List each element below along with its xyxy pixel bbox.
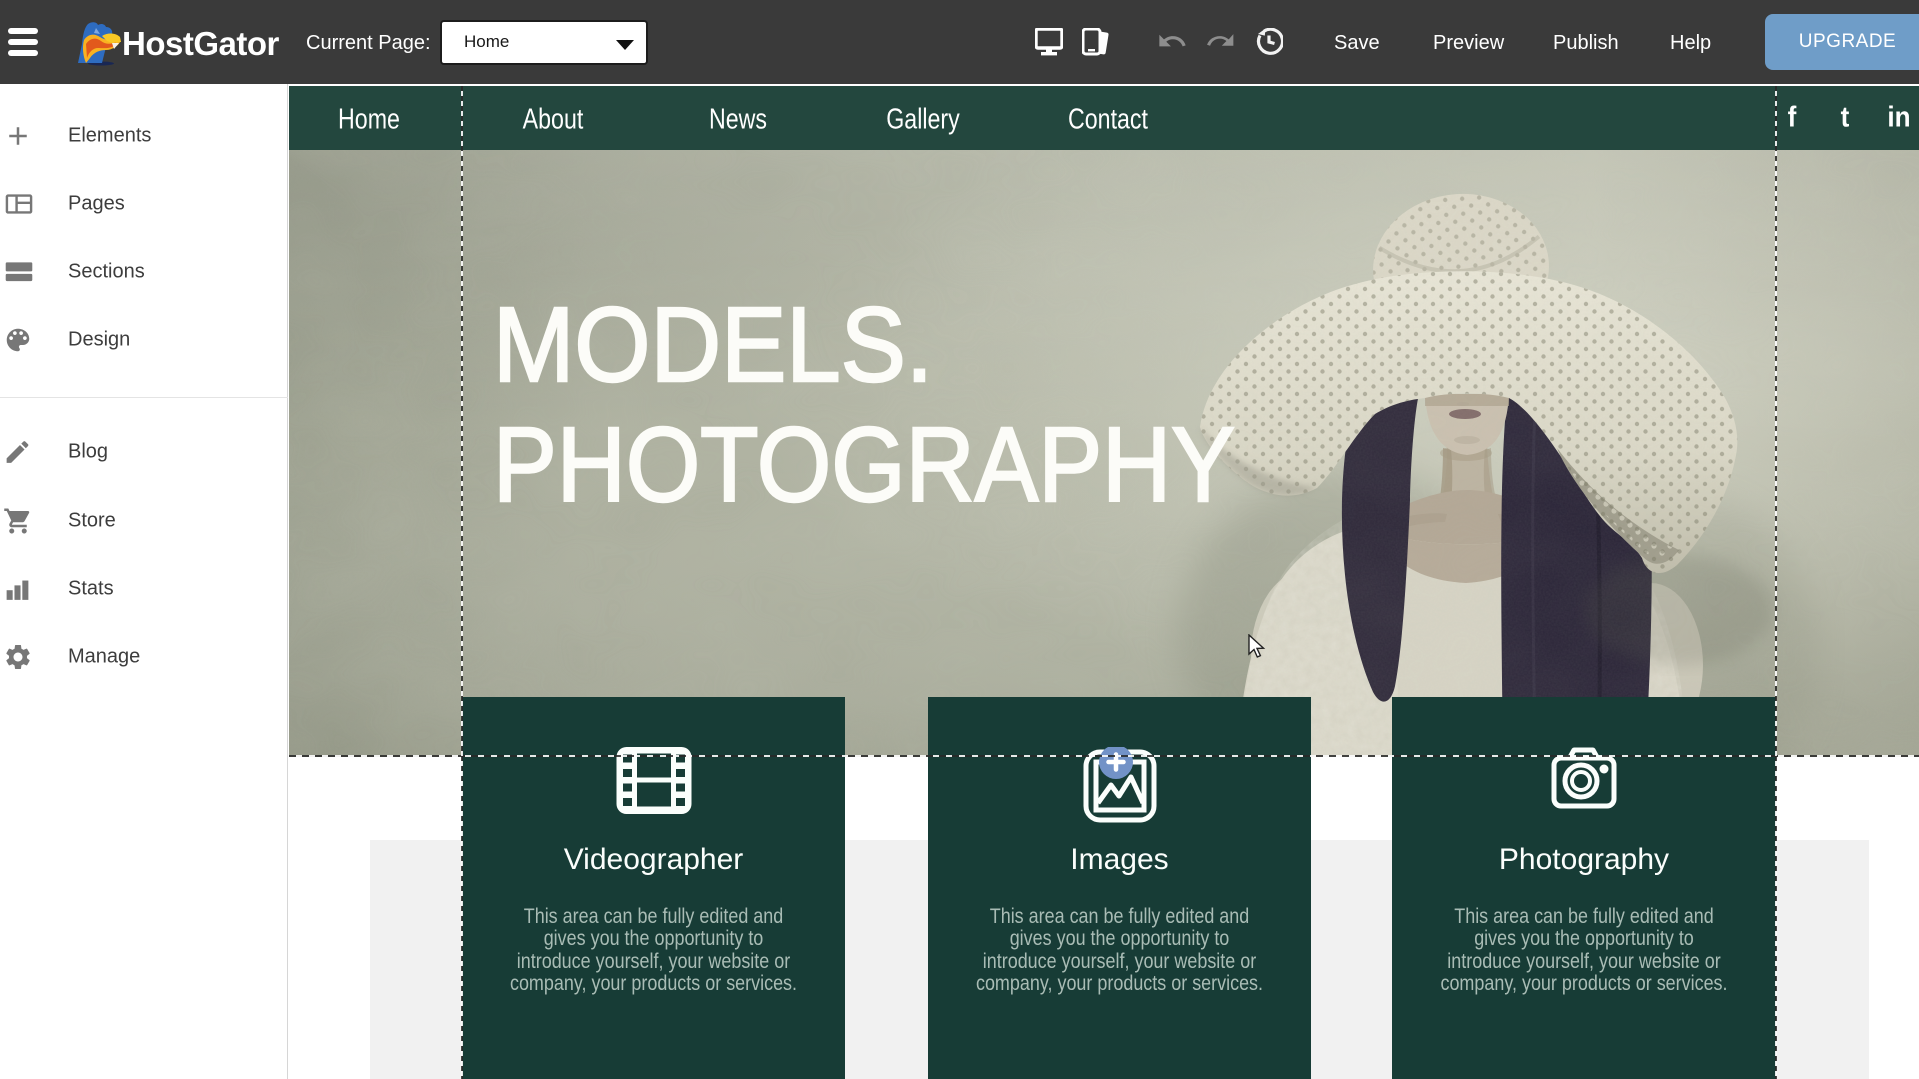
svg-text:MODELS.: MODELS. [493, 286, 933, 404]
svg-text:PHOTOGRAPHY: PHOTOGRAPHY [493, 406, 1235, 524]
